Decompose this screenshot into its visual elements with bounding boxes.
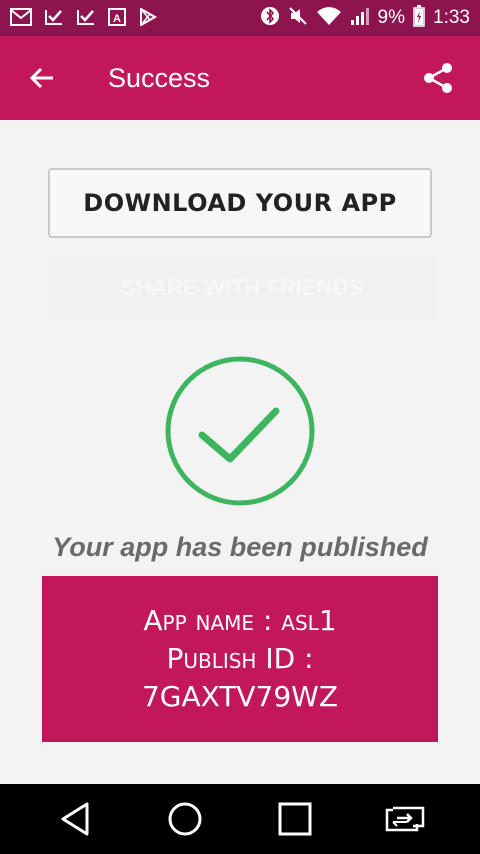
app-bar: Success xyxy=(0,36,480,120)
mute-icon xyxy=(288,6,308,31)
back-button[interactable] xyxy=(0,36,84,120)
main-content: DOWNLOAD YOUR APP SHARE WITH FRIENDS You… xyxy=(0,120,480,784)
battery-percent: 9% xyxy=(377,7,406,28)
wifi-icon xyxy=(316,6,342,31)
bluetooth-icon xyxy=(260,6,280,31)
nav-switch-app-button[interactable] xyxy=(375,789,435,849)
check-icon xyxy=(76,8,96,29)
clock: 1:33 xyxy=(433,7,470,28)
recents-square-icon xyxy=(278,802,312,836)
signal-icon xyxy=(350,6,370,31)
page-title: Success xyxy=(108,62,211,93)
back-triangle-icon xyxy=(61,802,89,836)
nav-back-button[interactable] xyxy=(45,789,105,849)
publish-id-value: 7GAXTV79WZ xyxy=(141,680,339,713)
success-check-icon xyxy=(165,356,315,506)
svg-text:A: A xyxy=(113,13,121,25)
nav-recents-button[interactable] xyxy=(265,789,325,849)
arrow-back-icon xyxy=(29,67,53,89)
share-with-friends-button[interactable]: SHARE WITH FRIENDS xyxy=(48,256,436,320)
nav-home-button[interactable] xyxy=(155,789,215,849)
status-bar: A 9% 1:33 xyxy=(0,0,480,36)
home-circle-icon xyxy=(168,802,202,836)
switch-app-icon xyxy=(385,806,425,832)
gmail-icon xyxy=(10,7,32,29)
app-info-box: App name : asl1 Publish ID : 7GAXTV79WZ xyxy=(42,576,438,742)
accessibility-icon: A xyxy=(108,7,126,29)
publish-id-label: Publish ID : xyxy=(166,642,314,675)
play-store-icon xyxy=(138,6,158,29)
share-icon xyxy=(424,63,452,93)
published-message: Your app has been published xyxy=(52,532,428,562)
check-icon xyxy=(44,8,64,29)
navigation-bar xyxy=(0,784,480,854)
app-name-line: App name : asl1 xyxy=(143,604,337,637)
download-app-button[interactable]: DOWNLOAD YOUR APP xyxy=(48,168,432,238)
share-button[interactable] xyxy=(396,36,480,120)
battery-icon xyxy=(413,4,425,32)
